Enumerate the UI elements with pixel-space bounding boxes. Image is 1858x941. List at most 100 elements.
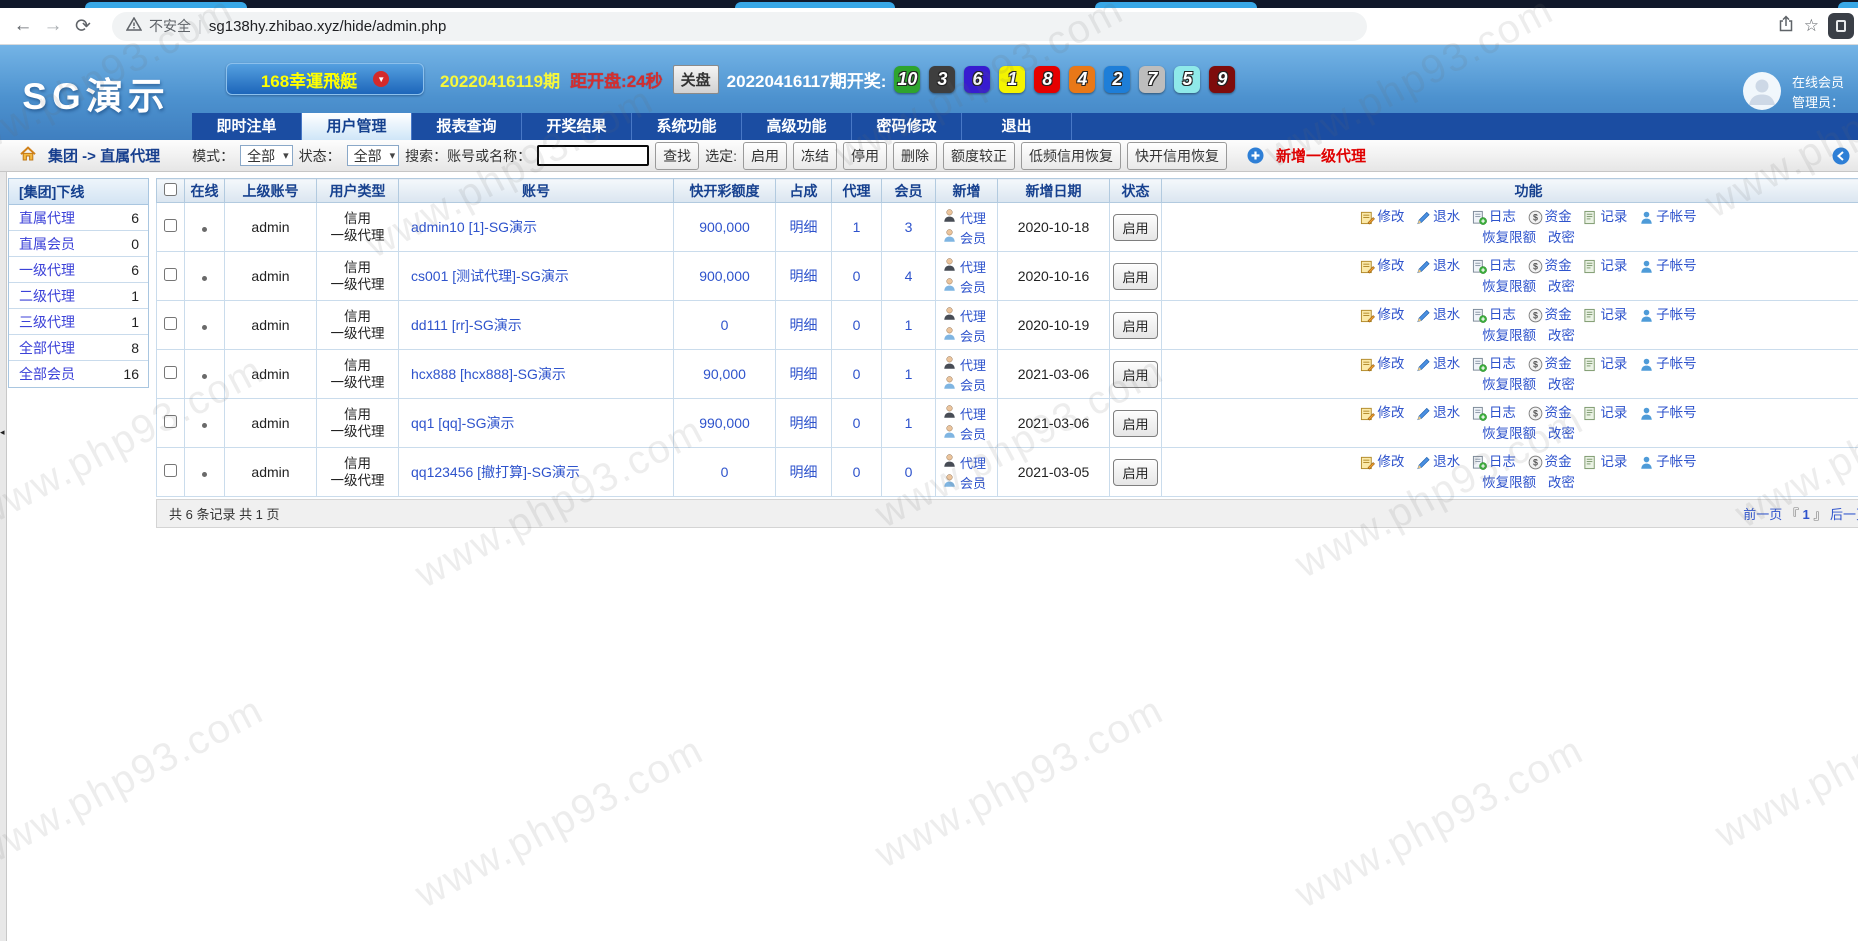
log-link[interactable]: 日志 (1489, 206, 1516, 227)
bulk-action-button[interactable]: 冻结 (793, 142, 837, 170)
bulk-action-button[interactable]: 停用 (843, 142, 887, 170)
edit-link[interactable]: 修改 (1377, 255, 1404, 276)
log-link[interactable]: 日志 (1489, 353, 1516, 374)
nav-tab[interactable]: 退出 (962, 113, 1072, 140)
quota-value[interactable]: 900,000 (699, 268, 750, 284)
record-link[interactable]: 记录 (1600, 255, 1627, 276)
share-icon[interactable] (1777, 15, 1795, 38)
bulk-action-button[interactable]: 低频信用恢复 (1021, 142, 1121, 170)
row-checkbox[interactable] (164, 317, 177, 330)
quota-value[interactable]: 900,000 (699, 219, 750, 235)
subaccount-link[interactable]: 子帐号 (1656, 304, 1697, 325)
account-link[interactable]: dd111 [rr]-SG演示 (411, 317, 522, 333)
record-link[interactable]: 记录 (1600, 353, 1627, 374)
change-password-link[interactable]: 改密 (1548, 325, 1575, 346)
row-checkbox[interactable] (164, 268, 177, 281)
add-agent-link[interactable]: 代理 (960, 404, 986, 423)
restore-quota-link[interactable]: 恢复限额 (1482, 325, 1536, 346)
avatar[interactable] (1742, 71, 1782, 114)
restore-quota-link[interactable]: 恢复限额 (1482, 227, 1536, 248)
address-bar[interactable]: 不安全 | sg138hy.zhibao.xyz/hide/admin.php (112, 12, 1367, 41)
rebate-link[interactable]: 退水 (1433, 304, 1460, 325)
select-all-checkbox[interactable] (164, 183, 177, 196)
forward-icon[interactable]: → (38, 15, 68, 37)
quota-value[interactable]: 0 (721, 464, 729, 480)
nav-tab[interactable]: 系统功能 (632, 113, 742, 140)
add-agent-link[interactable]: 代理 (960, 453, 986, 472)
share-detail-link[interactable]: 明细 (790, 366, 818, 382)
nav-tab[interactable]: 密码修改 (852, 113, 962, 140)
members-count[interactable]: 1 (905, 366, 913, 382)
change-password-link[interactable]: 改密 (1548, 374, 1575, 395)
row-checkbox[interactable] (164, 415, 177, 428)
status-button[interactable]: 启用 (1113, 459, 1157, 486)
nav-tab[interactable]: 用户管理 (302, 113, 412, 140)
nav-tab[interactable]: 高级功能 (742, 113, 852, 140)
nav-tab[interactable]: 即时注单 (192, 113, 302, 140)
change-password-link[interactable]: 改密 (1548, 276, 1575, 297)
status-button[interactable]: 启用 (1113, 214, 1157, 241)
add-member-link[interactable]: 会员 (960, 473, 986, 492)
add-member-link[interactable]: 会员 (960, 375, 986, 394)
sidebar-item-label[interactable]: 直属代理 (19, 208, 75, 228)
panel-collapse-arrow[interactable]: ◂ (0, 427, 5, 438)
sidebar-item-label[interactable]: 全部会员 (19, 364, 75, 384)
edit-link[interactable]: 修改 (1377, 304, 1404, 325)
members-count[interactable]: 1 (905, 415, 913, 431)
funds-link[interactable]: 资金 (1545, 206, 1572, 227)
members-count[interactable]: 1 (905, 317, 913, 333)
lottery-selector-button[interactable]: 168幸運飛艇 ▼ (226, 63, 424, 95)
find-button[interactable]: 查找 (655, 142, 699, 170)
row-checkbox[interactable] (164, 366, 177, 379)
subaccount-link[interactable]: 子帐号 (1656, 206, 1697, 227)
quota-value[interactable]: 90,000 (703, 366, 746, 382)
restore-quota-link[interactable]: 恢复限额 (1482, 374, 1536, 395)
bookmark-star-icon[interactable]: ☆ (1804, 16, 1819, 36)
change-password-link[interactable]: 改密 (1548, 227, 1575, 248)
funds-link[interactable]: 资金 (1545, 353, 1572, 374)
funds-link[interactable]: 资金 (1545, 304, 1572, 325)
sidebar-item-label[interactable]: 直属会员 (19, 234, 75, 254)
bulk-action-button[interactable]: 删除 (893, 142, 937, 170)
add-agent-link[interactable]: 代理 (960, 208, 986, 227)
bulk-action-button[interactable]: 额度较正 (943, 142, 1015, 170)
share-detail-link[interactable]: 明细 (790, 464, 818, 480)
sidebar-item[interactable]: 一级代理 6 (9, 257, 148, 283)
sidebar-item[interactable]: 直属代理 6 (9, 205, 148, 231)
members-count[interactable]: 3 (905, 219, 913, 235)
sidebar-item[interactable]: 全部会员 16 (9, 361, 148, 387)
edit-link[interactable]: 修改 (1377, 206, 1404, 227)
refresh-icon[interactable]: ⟳ (68, 15, 98, 38)
back-icon[interactable]: ← (8, 15, 38, 37)
funds-link[interactable]: 资金 (1545, 255, 1572, 276)
nav-tab[interactable]: 报表查询 (412, 113, 522, 140)
subaccount-link[interactable]: 子帐号 (1656, 353, 1697, 374)
account-link[interactable]: admin10 [1]-SG演示 (411, 219, 537, 235)
add-agent-link[interactable]: 代理 (960, 306, 986, 325)
status-button[interactable]: 启用 (1113, 361, 1157, 388)
add-member-link[interactable]: 会员 (960, 277, 986, 296)
collapse-panel-icon[interactable] (1832, 147, 1850, 168)
log-link[interactable]: 日志 (1489, 402, 1516, 423)
status-select[interactable]: 全部 (347, 145, 400, 166)
subaccount-link[interactable]: 子帐号 (1656, 402, 1697, 423)
account-link[interactable]: qq1 [qq]-SG演示 (411, 415, 515, 431)
rebate-link[interactable]: 退水 (1433, 255, 1460, 276)
rebate-link[interactable]: 退水 (1433, 402, 1460, 423)
close-market-button[interactable]: 关盘 (673, 65, 719, 94)
sidebar-item-label[interactable]: 三级代理 (19, 312, 75, 332)
share-detail-link[interactable]: 明细 (790, 317, 818, 333)
edit-link[interactable]: 修改 (1377, 402, 1404, 423)
funds-link[interactable]: 资金 (1545, 451, 1572, 472)
search-input[interactable] (537, 145, 649, 166)
share-detail-link[interactable]: 明细 (790, 219, 818, 235)
sidebar-item[interactable]: 三级代理 1 (9, 309, 148, 335)
record-link[interactable]: 记录 (1600, 451, 1627, 472)
share-detail-link[interactable]: 明细 (790, 415, 818, 431)
agents-count[interactable]: 0 (853, 415, 861, 431)
record-link[interactable]: 记录 (1600, 402, 1627, 423)
browser-profile-icon[interactable] (1828, 13, 1854, 39)
agents-count[interactable]: 1 (853, 219, 861, 235)
agents-count[interactable]: 0 (853, 464, 861, 480)
agents-count[interactable]: 0 (853, 268, 861, 284)
